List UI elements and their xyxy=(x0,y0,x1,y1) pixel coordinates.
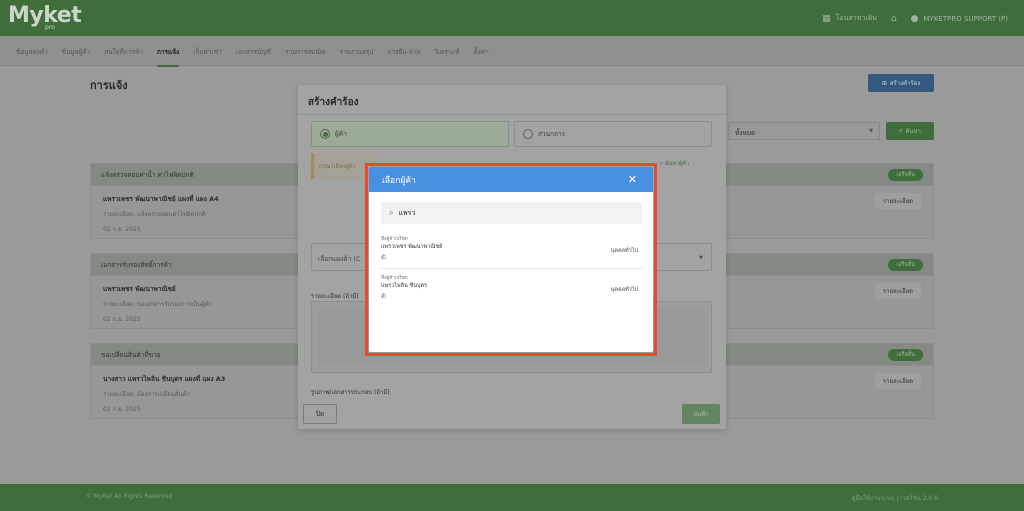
nav-list: ข้อมูลลงคำ ข้อมูลผู้ค้า สนใจที่การค้า การแจ… xyxy=(16,47,489,67)
page-title: การแจ้ง xyxy=(90,79,128,92)
search-button-label: ค้นหา xyxy=(905,128,921,135)
dialog-title: เลือกผู้ค้า xyxy=(382,175,416,186)
card-title: ขอเปลี่ยนสินค้าที่ขาย xyxy=(101,350,161,359)
nav-item[interactable]: การยืม-จ่าย xyxy=(387,47,420,67)
radio-central[interactable]: ส่วนกลาง xyxy=(514,121,712,147)
close-button[interactable]: ปิด xyxy=(303,404,337,424)
plus-icon: ⊞ xyxy=(881,79,887,87)
status-badge: เสร็จสิ้น xyxy=(888,169,923,181)
attachment-label: รูปภาพ/เอกสารประกอบ (ถ้ามี) xyxy=(311,389,390,396)
result-type: บุคคลทั่วไป xyxy=(610,248,638,254)
nav-item[interactable]: ตั้งค่า xyxy=(473,47,488,67)
switch-branch-link[interactable]: ▦ โอนสาขาเดิม xyxy=(822,13,877,24)
radio-central-label: ส่วนกลาง xyxy=(538,130,565,138)
top-bar: Myket pro ▦ โอนสาขาเดิม ⌂ ● MYKETPRO SUP… xyxy=(0,0,1024,36)
detail-label: รายละเอียด (ถ้ามี) xyxy=(311,293,359,300)
dialog-header: เลือกผู้ค้า ✕ xyxy=(369,167,653,192)
vendor-search-input[interactable] xyxy=(398,209,599,217)
main-nav: ข้อมูลลงคำ ข้อมูลผู้ค้า สนใจที่การค้า การแจ… xyxy=(0,36,1024,67)
vendor-result-item[interactable]: ชื่อผู้ค้า/บริษัท แพรวเพชร พัฒนาพาณิชย์ … xyxy=(381,235,642,269)
nav-item[interactable]: สนใจที่การค้า xyxy=(104,47,143,67)
details-button[interactable]: รายละเอียด xyxy=(874,373,921,389)
card-title: เอกสารรับรองสิทธิ์การค้า xyxy=(101,260,172,269)
divider xyxy=(298,114,726,115)
vendor-result-item[interactable]: ชื่อผู้ค้า/บริษัท แพรวไพลิน ชินบุตร ✆ บุ… xyxy=(381,274,642,308)
details-button[interactable]: รายละเอียด xyxy=(874,193,921,209)
nav-item[interactable]: เก็บค่าเช่า xyxy=(193,47,222,67)
radio-checked-icon xyxy=(320,129,330,139)
status-badge: เสร็จสิ้น xyxy=(888,259,923,271)
vendor-picker-dialog: เลือกผู้ค้า ✕ ⌕ ชื่อผู้ค้า/บริษัท แพรวเพ… xyxy=(369,167,653,352)
nav-item[interactable]: วิเคราะห์ xyxy=(434,47,459,67)
nav-item[interactable]: การแจ้ง xyxy=(156,47,180,67)
user-menu[interactable]: ● MYKETPRO SUPPORT (P) xyxy=(911,14,1008,24)
radio-vendor-label: ผู้ค้า xyxy=(335,130,347,138)
find-vendor-link[interactable]: ⌕ ค้นหาผู้ค้า xyxy=(660,160,689,168)
brand-sub: pro xyxy=(45,24,55,31)
details-button[interactable]: รายละเอียด xyxy=(874,283,921,299)
footer: © MyKet All Rights Reserved คู่มือใช้งาน… xyxy=(0,484,1024,511)
nav-item[interactable]: ข้อมูลลงคำ xyxy=(16,47,48,67)
chevron-down-icon: ▼ xyxy=(869,128,873,134)
top-right-controls: ▦ โอนสาขาเดิม ⌂ ● MYKETPRO SUPPORT (P) xyxy=(822,13,1008,24)
status-filter-select[interactable]: ทั้งหมด ▼ xyxy=(728,122,880,140)
result-name: แพรวเพชร พัฒนาพาณิชย์ xyxy=(381,244,443,250)
radio-unchecked-icon xyxy=(523,129,533,139)
status-filter-value: ทั้งหมด xyxy=(735,129,756,137)
vendor-search-box: ⌕ xyxy=(381,202,642,224)
modal-title: สร้างคำร้อง xyxy=(308,97,359,108)
branch-icon: ▦ xyxy=(822,13,831,24)
create-request-button[interactable]: ⊞ สร้างคำร้อง xyxy=(868,74,934,92)
footer-manual-link[interactable]: คู่มือใช้งานระบบ | เวอร์ชัน 2.0.6 xyxy=(852,493,938,503)
create-request-label: สร้างคำร้อง xyxy=(889,80,921,87)
phone-icon: ✆ xyxy=(381,293,387,300)
user-name: MYKETPRO SUPPORT (P) xyxy=(923,14,1008,23)
save-button[interactable]: บันทึก xyxy=(682,404,720,424)
switch-branch-label: โอนสาขาเดิม xyxy=(835,14,877,22)
search-icon: ⌕ xyxy=(389,208,394,217)
result-caption: ชื่อผู้ค้า/บริษัท xyxy=(381,237,408,242)
search-button[interactable]: ⌕ ค้นหา xyxy=(886,122,934,140)
status-badge: เสร็จสิ้น xyxy=(888,349,923,361)
search-icon: ⌕ xyxy=(899,127,903,134)
close-icon[interactable]: ✕ xyxy=(628,173,637,186)
card-title: แจ้งตรวจสอบค่าน้ำ ค่าไฟผิดปกติ xyxy=(101,170,194,179)
stall-select-placeholder: เลือกแผงค้า (C xyxy=(318,255,361,263)
home-icon[interactable]: ⌂ xyxy=(891,14,897,24)
nav-item[interactable]: ข้อมูลผู้ค้า xyxy=(62,47,90,67)
result-name: แพรวไพลิน ชินบุตร xyxy=(381,283,427,289)
footer-copyright: © MyKet All Rights Reserved xyxy=(86,493,173,500)
find-vendor-label: ค้นหาผู้ค้า xyxy=(664,161,689,167)
user-icon: ● xyxy=(910,13,919,24)
nav-item[interactable]: รายงานสรุป xyxy=(340,47,374,67)
nav-item[interactable]: รายการสมณิต xyxy=(285,47,326,67)
radio-vendor[interactable]: ผู้ค้า xyxy=(311,121,509,147)
result-type: บุคคลทั่วไป xyxy=(610,287,638,293)
phone-icon: ✆ xyxy=(381,254,387,261)
nav-item[interactable]: เอกสารบัญชี xyxy=(236,47,271,67)
chevron-down-icon: ▼ xyxy=(699,255,703,261)
divider xyxy=(381,268,642,269)
result-caption: ชื่อผู้ค้า/บริษัท xyxy=(381,276,408,281)
